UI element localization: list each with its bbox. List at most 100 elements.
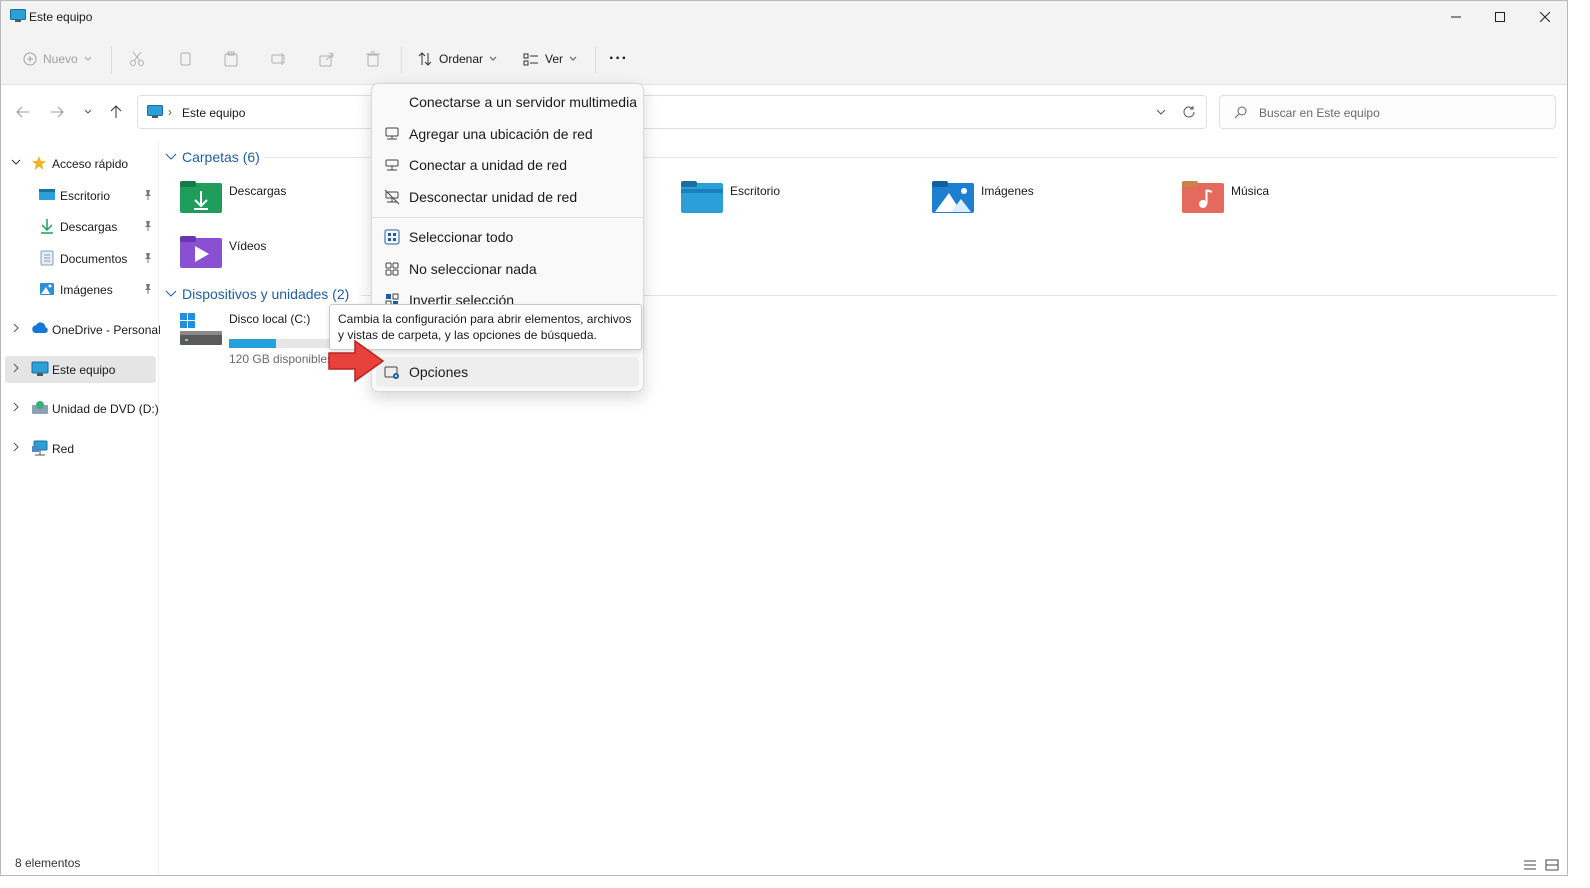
folder-tile-videos[interactable]: Vídeos xyxy=(179,234,379,274)
copy-button[interactable] xyxy=(177,43,193,75)
sidebar-item-red[interactable]: Red xyxy=(5,435,156,462)
search-box[interactable]: Buscar en Este equipo xyxy=(1219,95,1556,129)
folder-tile-escritorio[interactable]: Escritorio xyxy=(680,179,880,219)
music-folder-icon xyxy=(1182,181,1224,213)
menu-item-select-none[interactable]: No seleccionar nada xyxy=(376,254,639,284)
chevron-down-icon xyxy=(84,56,92,61)
menu-item-label: No seleccionar nada xyxy=(409,261,537,277)
sidebar-item-label: Imágenes xyxy=(60,283,113,297)
chevron-down-icon[interactable] xyxy=(1156,109,1166,116)
search-icon xyxy=(1234,106,1247,119)
star-icon xyxy=(32,156,46,170)
sidebar-item-quick-access[interactable]: Acceso rápido xyxy=(5,150,156,177)
sidebar-item-imagenes[interactable]: Imágenes xyxy=(5,276,156,303)
menu-item-media-server[interactable]: Conectarse a un servidor multimedia xyxy=(376,87,639,117)
new-label: Nuevo xyxy=(43,52,78,66)
sort-label: Ordenar xyxy=(439,52,484,66)
disconnect-drive-icon xyxy=(384,189,400,205)
menu-item-options[interactable]: Opciones xyxy=(376,357,639,387)
chevron-right-icon[interactable] xyxy=(11,402,21,412)
sidebar-item-label: Este equipo xyxy=(52,363,116,377)
plus-circle-icon xyxy=(23,52,37,66)
sidebar-item-onedrive[interactable]: OneDrive - Personal xyxy=(5,316,161,343)
downloads-folder-icon xyxy=(180,181,222,213)
chevron-down-icon xyxy=(165,290,177,297)
maximize-button[interactable] xyxy=(1477,1,1523,33)
folder-label: Imágenes xyxy=(981,184,1034,198)
menu-item-map-network-drive[interactable]: Conectar a unidad de red xyxy=(376,150,639,180)
menu-item-label: Conectarse a un servidor multimedia xyxy=(409,94,637,110)
refresh-icon[interactable] xyxy=(1182,105,1196,119)
address-bar[interactable]: › Este equipo xyxy=(137,95,1207,129)
cut-button[interactable] xyxy=(129,43,145,75)
desktop-folder-icon xyxy=(681,181,723,213)
recent-locations-button[interactable] xyxy=(79,103,97,121)
sidebar-item-label: Descargas xyxy=(60,220,118,234)
sidebar-item-label: OneDrive - Personal xyxy=(52,323,161,337)
pointer-arrow-icon xyxy=(328,339,385,383)
chevron-right-icon[interactable] xyxy=(11,363,21,373)
sidebar-item-label: Red xyxy=(52,442,75,456)
search-placeholder: Buscar en Este equipo xyxy=(1259,106,1380,120)
menu-item-disconnect-network-drive[interactable]: Desconectar unidad de red xyxy=(376,182,639,212)
drive-label: Disco local (C:) xyxy=(229,312,311,326)
command-bar: Nuevo Ordenar Ver ··· xyxy=(1,33,1567,85)
sidebar-item-documentos[interactable]: Documentos xyxy=(5,245,156,272)
arrow-right-icon xyxy=(51,106,64,118)
breadcrumb[interactable]: Este equipo xyxy=(182,106,245,120)
pane-divider[interactable] xyxy=(158,141,159,875)
chevron-down-icon[interactable] xyxy=(11,157,21,167)
image-icon xyxy=(40,283,54,295)
new-button[interactable]: Nuevo xyxy=(23,43,92,75)
desktop-folder-icon xyxy=(39,189,55,200)
devices-group-header[interactable]: Dispositivos y unidades (2) xyxy=(165,284,349,304)
computer-icon xyxy=(147,105,163,118)
folders-group-header[interactable]: Carpetas (6) xyxy=(165,147,260,167)
details-view-icon[interactable] xyxy=(1523,859,1537,871)
sidebar-item-escritorio[interactable]: Escritorio xyxy=(5,182,156,209)
sidebar-item-dvd[interactable]: Unidad de DVD (D:) xyxy=(5,395,159,422)
trash-icon xyxy=(366,51,380,67)
download-icon xyxy=(41,219,53,234)
menu-item-select-all[interactable]: Seleccionar todo xyxy=(376,222,639,252)
cloud-icon xyxy=(32,322,48,333)
window-title: Este equipo xyxy=(29,10,93,24)
folder-tile-descargas[interactable]: Descargas xyxy=(179,179,379,219)
chevron-right-icon[interactable] xyxy=(11,323,21,333)
menu-item-label: Opciones xyxy=(409,364,469,380)
pictures-folder-icon xyxy=(932,181,974,213)
view-button[interactable]: Ver xyxy=(523,43,577,75)
dvd-icon xyxy=(32,401,48,414)
pin-icon xyxy=(145,284,151,294)
computer-icon xyxy=(31,361,49,376)
forward-button[interactable] xyxy=(48,103,66,121)
chevron-down-icon xyxy=(165,153,177,160)
folder-tile-musica[interactable]: Música xyxy=(1181,179,1381,219)
drive-free-space: 120 GB disponibles xyxy=(229,352,334,366)
network-icon xyxy=(32,440,48,456)
minimize-button[interactable] xyxy=(1433,1,1479,33)
chevron-down-icon xyxy=(84,109,92,114)
folders-group-label: Carpetas (6) xyxy=(182,149,260,165)
sort-button[interactable]: Ordenar xyxy=(417,43,497,75)
select-none-icon xyxy=(385,262,399,276)
folder-tile-imagenes[interactable]: Imágenes xyxy=(931,179,1131,219)
more-options-button[interactable]: ··· xyxy=(609,43,628,75)
sidebar-item-descargas[interactable]: Descargas xyxy=(5,213,156,240)
up-button[interactable] xyxy=(107,103,125,121)
toolbar-divider xyxy=(401,47,402,73)
share-button[interactable] xyxy=(319,43,335,75)
chevron-down-icon xyxy=(569,56,577,61)
document-icon xyxy=(40,250,54,266)
view-label: Ver xyxy=(545,52,564,66)
close-button[interactable] xyxy=(1522,1,1567,33)
back-button[interactable] xyxy=(14,103,32,121)
sidebar-item-este-equipo[interactable]: Este equipo xyxy=(5,356,156,383)
paste-button[interactable] xyxy=(223,43,239,75)
chevron-right-icon[interactable] xyxy=(11,442,21,452)
navigation-pane: Acceso rápido Escritorio Descargas Docum… xyxy=(1,141,161,875)
rename-button[interactable] xyxy=(271,43,287,75)
delete-button[interactable] xyxy=(365,43,381,75)
tiles-view-icon[interactable] xyxy=(1545,859,1559,871)
menu-item-add-network-location[interactable]: Agregar una ubicación de red xyxy=(376,119,639,149)
